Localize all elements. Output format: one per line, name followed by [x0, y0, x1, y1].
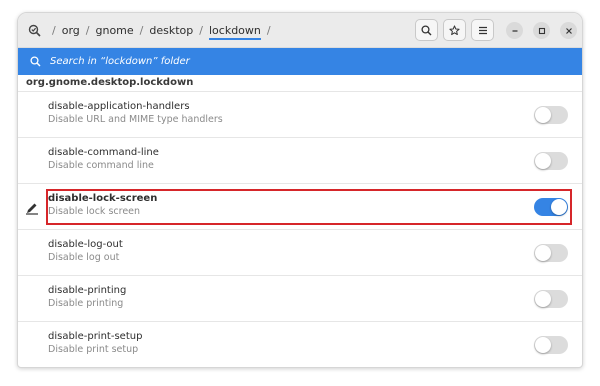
toggle-switch[interactable] [534, 152, 568, 170]
minimize-button[interactable] [506, 22, 523, 39]
key-row-disable-application-handlers[interactable]: disable-application-handlers Disable URL… [18, 91, 582, 137]
breadcrumb: / org / gnome / desktop / lockdown / [26, 13, 277, 48]
key-description: Disable URL and MIME type handlers [48, 114, 223, 125]
key-name: disable-command-line [48, 147, 159, 158]
key-description: Disable log out [48, 252, 120, 263]
key-name: disable-lock-screen [48, 193, 158, 204]
toggle-knob [535, 337, 551, 353]
toggle-switch[interactable] [534, 106, 568, 124]
breadcrumb-item-gnome[interactable]: gnome [95, 22, 133, 39]
key-description: Disable print setup [48, 344, 139, 355]
hamburger-menu-icon [478, 26, 487, 34]
breadcrumb-separator: / [85, 24, 90, 37]
search-button[interactable] [415, 19, 438, 41]
key-row-disable-lock-screen[interactable]: disable-lock-screen Disable lock screen [18, 183, 582, 229]
search-bar [18, 48, 582, 75]
toggle-knob [535, 291, 551, 307]
maximize-icon [538, 27, 545, 34]
bookmark-button[interactable] [443, 19, 466, 41]
star-icon [449, 24, 460, 35]
toggle-switch[interactable] [534, 336, 568, 354]
toggle-switch[interactable] [534, 198, 568, 216]
search-icon [421, 24, 432, 35]
maximize-button[interactable] [533, 22, 550, 39]
breadcrumb-separator: / [52, 24, 56, 37]
toggle-switch[interactable] [534, 290, 568, 308]
key-description: Disable command line [48, 160, 154, 171]
key-name: disable-print-setup [48, 331, 143, 342]
breadcrumb-item-org[interactable]: org [62, 22, 80, 39]
key-name: disable-application-handlers [48, 101, 190, 112]
toggle-knob [535, 153, 551, 169]
key-row-disable-command-line[interactable]: disable-command-line Disable command lin… [18, 137, 582, 183]
breadcrumb-separator: / [199, 24, 203, 37]
dconf-editor-icon[interactable] [26, 23, 42, 39]
modified-pencil-icon [25, 200, 39, 215]
key-row-disable-printing[interactable]: disable-printing Disable printing [18, 275, 582, 321]
dconf-editor-window: / org / gnome / desktop / lockdown / Sea… [17, 12, 583, 368]
key-description: Disable lock screen [48, 206, 141, 217]
breadcrumb-separator: / [139, 24, 144, 37]
key-name: disable-log-out [48, 239, 123, 250]
breadcrumb-item-desktop[interactable]: desktop [149, 22, 193, 39]
search-icon [28, 55, 42, 69]
key-row-disable-log-out[interactable]: disable-log-out Disable log out [18, 229, 582, 275]
main-menu-button[interactable] [471, 19, 494, 41]
schema-path-label: org.gnome.desktop.lockdown [26, 77, 194, 88]
toggle-switch[interactable] [534, 244, 568, 262]
header-bar: / org / gnome / desktop / lockdown / [18, 13, 582, 48]
toggle-knob [535, 245, 551, 261]
key-row-disable-print-setup[interactable]: disable-print-setup Disable print setup [18, 321, 582, 367]
minimize-icon [512, 29, 517, 32]
toggle-knob [535, 107, 551, 123]
breadcrumb-separator: / [266, 24, 271, 37]
toggle-knob [551, 199, 567, 215]
key-list: disable-application-handlers Disable URL… [18, 91, 582, 367]
search-input[interactable] [50, 56, 582, 67]
key-name: disable-printing [48, 285, 127, 296]
close-button[interactable] [560, 22, 577, 39]
key-description: Disable printing [48, 298, 124, 309]
close-icon [565, 27, 572, 34]
breadcrumb-item-lockdown[interactable]: lockdown [208, 22, 261, 40]
